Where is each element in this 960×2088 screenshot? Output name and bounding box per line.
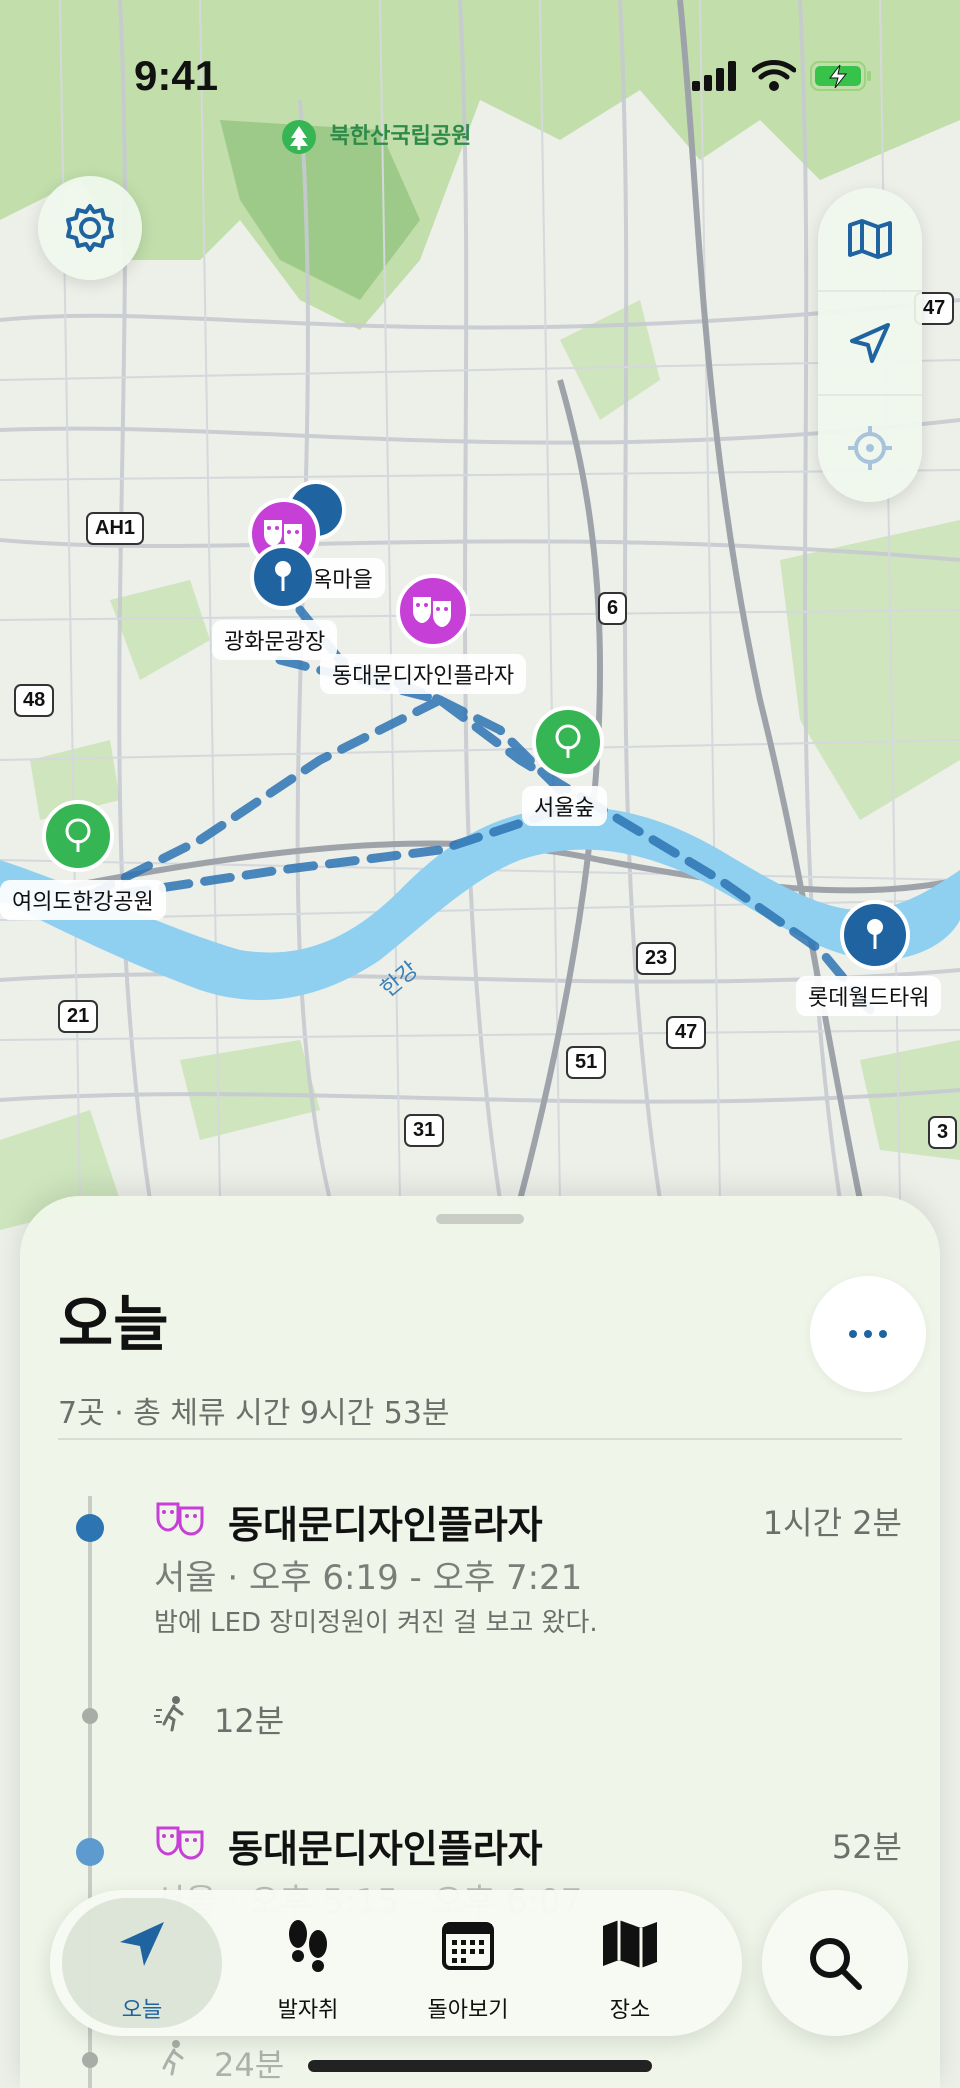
visit-duration: 1시간 2분 bbox=[762, 1504, 902, 1542]
visit-item[interactable]: 동대문디자인플라자 1시간 2분 서울 · 오후 6:19 - 오후 7:21 … bbox=[20, 1480, 940, 1640]
travel-time: 12분 bbox=[214, 1702, 285, 1740]
tab-label: 장소 bbox=[609, 1998, 651, 2023]
pin-label-yeouido: 여의도한강공원 bbox=[0, 880, 166, 920]
tree-icon bbox=[555, 724, 581, 758]
visit-note: 밤에 LED 장미정원이 켜진 걸 보고 왔다. bbox=[154, 1608, 598, 1638]
map-controls bbox=[818, 188, 922, 502]
tab-label: 발자취 bbox=[277, 1998, 339, 2023]
location-button[interactable] bbox=[818, 292, 922, 396]
sheet-grabber[interactable] bbox=[436, 1214, 524, 1224]
battery-charging-icon bbox=[810, 61, 871, 91]
tab-bar: 오늘 발자취 돌아보기 장소 bbox=[50, 1890, 742, 2036]
pushpin-icon bbox=[867, 919, 883, 949]
visit-duration: 52분 bbox=[831, 1828, 902, 1866]
search-button[interactable] bbox=[762, 1890, 908, 2036]
walking-icon bbox=[152, 1694, 192, 1738]
visit-dot bbox=[76, 1514, 104, 1542]
pin-label-lotte-tower: 롯데월드타워 bbox=[796, 976, 942, 1016]
status-icons bbox=[692, 60, 872, 92]
tab-label: 오늘 bbox=[121, 1998, 163, 2023]
travel-time: 24분 bbox=[214, 2046, 285, 2084]
visit-dot bbox=[76, 1838, 104, 1866]
more-button[interactable] bbox=[810, 1276, 926, 1392]
calendar-icon bbox=[442, 1922, 494, 1970]
pin-landmark-lotte-tower[interactable] bbox=[840, 900, 910, 970]
pin-landmark-gwanghwamun[interactable] bbox=[250, 544, 316, 610]
travel-dot bbox=[82, 2052, 98, 2068]
gear-icon bbox=[66, 204, 114, 252]
pin-label-gwanghwamun: 광화문광장 bbox=[212, 620, 338, 660]
home-indicator bbox=[308, 2060, 652, 2072]
visit-name: 동대문디자인플라자 bbox=[228, 1503, 543, 1547]
ellipsis-icon bbox=[849, 1330, 887, 1338]
tab-places[interactable]: 장소 bbox=[550, 1898, 710, 2028]
road-badge: 47 bbox=[666, 1016, 707, 1049]
footprints-icon bbox=[289, 1920, 327, 1972]
day-summary: 7곳 · 총 체류 시간 9시간 53분 bbox=[58, 1396, 450, 1431]
travel-item[interactable]: 12분 bbox=[20, 1686, 940, 1746]
theater-masks-icon bbox=[156, 1498, 204, 1542]
crosshair-icon bbox=[848, 426, 892, 470]
search-icon bbox=[810, 1938, 862, 1990]
pin-label-seoul-forest: 서울숲 bbox=[522, 786, 607, 826]
settings-button[interactable] bbox=[38, 176, 142, 280]
road-badge: 3 bbox=[928, 1116, 958, 1149]
theater-masks-icon bbox=[156, 1822, 204, 1866]
travel-dot bbox=[82, 1708, 98, 1724]
recenter-button[interactable] bbox=[818, 396, 922, 500]
road-badge: 21 bbox=[58, 1000, 99, 1033]
pin-label-ddp: 동대문디자인플라자 bbox=[320, 654, 527, 694]
tab-label: 돌아보기 bbox=[427, 1998, 509, 2023]
pin-theater-ddp[interactable] bbox=[396, 574, 470, 648]
cellular-signal-icon bbox=[692, 61, 736, 91]
road-badge: 31 bbox=[404, 1114, 445, 1147]
tab-footprints[interactable]: 발자취 bbox=[228, 1898, 388, 2028]
road-badge: 6 bbox=[598, 592, 628, 625]
divider bbox=[58, 1438, 902, 1440]
road-badge: 51 bbox=[566, 1046, 607, 1079]
tab-today[interactable]: 오늘 bbox=[62, 1898, 222, 2028]
wifi-icon bbox=[752, 60, 796, 91]
status-bar: 9:41 bbox=[0, 0, 960, 150]
road-badge: 48 bbox=[14, 684, 55, 717]
pushpin-icon bbox=[275, 561, 291, 591]
walking-icon bbox=[152, 2038, 192, 2082]
status-time: 9:41 bbox=[134, 52, 219, 99]
map-icon bbox=[848, 219, 892, 259]
tree-icon bbox=[65, 818, 91, 852]
visit-name: 동대문디자인플라자 bbox=[228, 1827, 543, 1871]
tab-review[interactable]: 돌아보기 bbox=[388, 1898, 548, 2028]
pin-park-seoul-forest[interactable] bbox=[532, 706, 604, 778]
location-arrow-icon bbox=[850, 323, 890, 363]
visit-meta: 서울 · 오후 6:19 - 오후 7:21 bbox=[154, 1558, 583, 1598]
location-arrow-icon bbox=[120, 1922, 164, 1966]
road-badge: AH1 bbox=[86, 512, 145, 545]
theater-masks-icon bbox=[413, 597, 451, 627]
map-style-button[interactable] bbox=[818, 188, 922, 292]
map-icon bbox=[603, 1920, 657, 1968]
pin-park-yeouido[interactable] bbox=[42, 800, 114, 872]
road-badge: 23 bbox=[636, 942, 677, 975]
sheet-title: 오늘 bbox=[58, 1290, 169, 1360]
